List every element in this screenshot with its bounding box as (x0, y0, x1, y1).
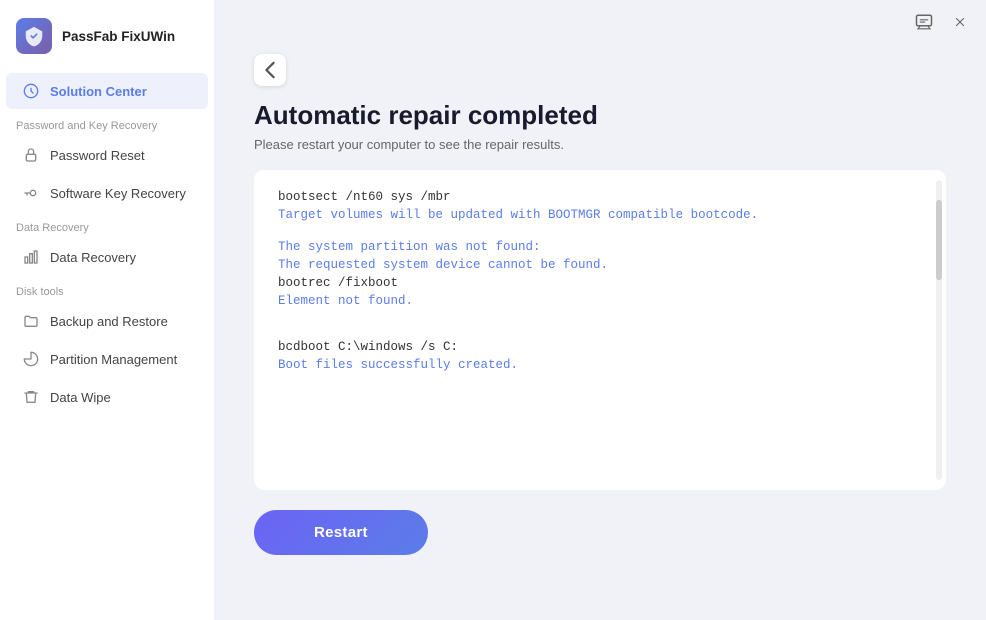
key-icon (22, 184, 40, 202)
sidebar-item-backup-restore[interactable]: Backup and Restore (6, 303, 208, 339)
sidebar-item-data-recovery[interactable]: Data Recovery (6, 239, 208, 275)
sidebar-item-partition-management[interactable]: Partition Management (6, 341, 208, 377)
section-label-data: Data Recovery (0, 212, 214, 238)
log-lines: bootsect /nt60 sys /mbr Target volumes wi… (278, 190, 922, 372)
log-line: Boot files successfully created. (278, 358, 922, 372)
solution-center-icon (22, 82, 40, 100)
log-line: The requested system device cannot be fo… (278, 258, 922, 272)
sidebar-item-label: Backup and Restore (50, 314, 168, 329)
chat-button[interactable] (910, 8, 938, 36)
section-label-password: Password and Key Recovery (0, 110, 214, 136)
log-line (278, 226, 922, 236)
log-line: bcdboot C:\windows /s C: (278, 340, 922, 354)
log-line (278, 312, 922, 322)
app-title: PassFab FixUWin (62, 29, 175, 44)
pie-icon (22, 350, 40, 368)
bar-chart-icon (22, 248, 40, 266)
scrollbar-thumb[interactable] (936, 200, 942, 280)
sidebar-item-label: Software Key Recovery (50, 186, 186, 201)
sidebar-item-solution-center[interactable]: Solution Center (6, 73, 208, 109)
back-button[interactable] (254, 54, 286, 86)
trash-icon (22, 388, 40, 406)
sidebar-header: PassFab FixUWin (0, 0, 214, 72)
main-area: Automatic repair completed Please restar… (214, 0, 986, 620)
sidebar-item-label: Data Recovery (50, 250, 136, 265)
scrollbar-track[interactable] (936, 180, 942, 480)
lock-icon (22, 146, 40, 164)
log-line: bootrec /fixboot (278, 276, 922, 290)
log-line (278, 326, 922, 336)
sidebar-solution-center-label: Solution Center (50, 84, 147, 99)
page-title: Automatic repair completed (254, 100, 946, 131)
sidebar-item-software-key-recovery[interactable]: Software Key Recovery (6, 175, 208, 211)
folder-icon (22, 312, 40, 330)
log-line: bootsect /nt60 sys /mbr (278, 190, 922, 204)
restart-button[interactable]: Restart (254, 510, 428, 555)
sidebar-item-data-wipe[interactable]: Data Wipe (6, 379, 208, 415)
close-button[interactable] (946, 8, 974, 36)
page-subtitle: Please restart your computer to see the … (254, 137, 946, 152)
sidebar-item-label: Data Wipe (50, 390, 111, 405)
titlebar (214, 0, 986, 44)
app-logo (16, 18, 52, 54)
log-line: Target volumes will be updated with BOOT… (278, 208, 922, 222)
main-content: Automatic repair completed Please restar… (214, 44, 986, 620)
sidebar-item-password-reset[interactable]: Password Reset (6, 137, 208, 173)
log-line: The system partition was not found: (278, 240, 922, 254)
log-line: Element not found. (278, 294, 922, 308)
section-label-disk: Disk tools (0, 276, 214, 302)
sidebar-item-label: Password Reset (50, 148, 145, 163)
log-box: bootsect /nt60 sys /mbr Target volumes wi… (254, 170, 946, 490)
sidebar: PassFab FixUWin Solution Center Password… (0, 0, 214, 620)
sidebar-item-label: Partition Management (50, 352, 177, 367)
